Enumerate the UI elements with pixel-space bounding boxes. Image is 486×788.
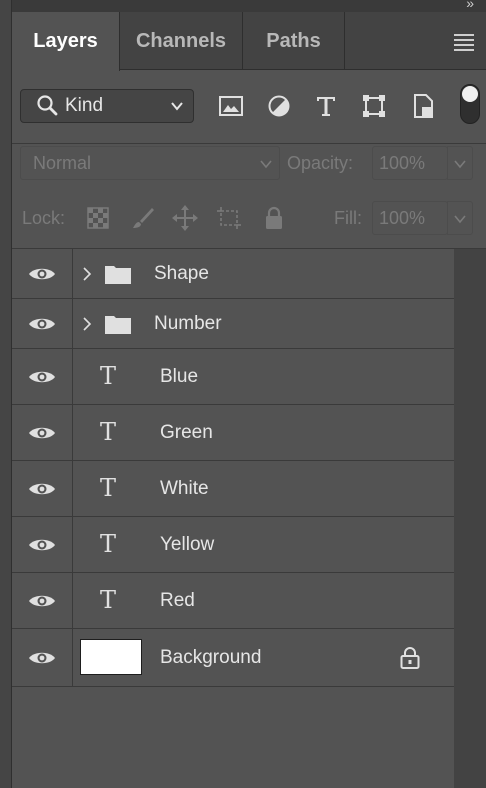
layer-name: Blue (160, 366, 199, 387)
opacity-dropdown-button[interactable] (447, 146, 473, 180)
chevron-down-icon (260, 160, 272, 169)
text-layer-icon: T (100, 586, 117, 614)
layer-name: Number (154, 313, 222, 334)
opacity-label: Opacity: (287, 153, 354, 173)
eye-icon[interactable] (27, 536, 57, 554)
layer-name: White (160, 478, 209, 499)
folder-icon (105, 316, 131, 334)
fill-field[interactable]: 100% (372, 201, 448, 235)
panel-top-bar: » (12, 0, 486, 12)
fill-dropdown-button[interactable] (447, 201, 473, 235)
blend-row: Normal Opacity: 100% (12, 144, 486, 200)
lock-all-icon[interactable] (261, 205, 287, 231)
eye-icon[interactable] (27, 480, 57, 498)
folder-icon (105, 266, 131, 284)
layers-list: Shape Number T Blue T Green T White T Ye… (12, 249, 454, 788)
opacity-field[interactable]: 100% (372, 146, 448, 180)
tab-layers[interactable]: Layers (12, 12, 120, 71)
layer-name: Shape (154, 263, 209, 284)
eye-icon[interactable] (27, 649, 57, 667)
filter-row: Kind (12, 70, 486, 144)
smart-object-filter-icon[interactable] (409, 92, 437, 120)
layer-row-red[interactable]: T Red (12, 573, 454, 629)
lock-row: Lock: Fill: 100% (12, 200, 486, 248)
search-icon (37, 95, 58, 116)
text-layer-icon: T (100, 362, 117, 390)
layers-scrollbar-track[interactable] (454, 249, 486, 788)
chevron-right-icon[interactable] (82, 267, 92, 281)
lock-transparent-pixels-icon[interactable] (85, 205, 111, 231)
filter-toggle[interactable] (460, 84, 480, 124)
tab-paths[interactable]: Paths (243, 12, 345, 70)
blend-mode-value: Normal (33, 152, 92, 173)
lock-image-pixels-icon[interactable] (130, 205, 156, 231)
text-layer-icon: T (100, 418, 117, 446)
lock-position-icon[interactable] (172, 205, 198, 231)
type-filter-icon[interactable] (312, 92, 340, 120)
lock-icon (400, 647, 420, 669)
layer-thumbnail (80, 639, 142, 675)
layer-name: Background (160, 647, 262, 668)
panel-menu-icon[interactable] (454, 34, 474, 51)
image-filter-icon[interactable] (217, 92, 245, 120)
blend-mode-dropdown[interactable]: Normal (20, 146, 280, 180)
layer-row-white[interactable]: T White (12, 461, 454, 517)
eye-icon[interactable] (27, 368, 57, 386)
layer-row-number[interactable]: Number (12, 299, 454, 349)
adjustment-filter-icon[interactable] (265, 92, 293, 120)
layer-name: Green (160, 422, 213, 443)
left-dock-strip (0, 0, 12, 788)
panel-tab-bar: Layers Channels Paths (12, 12, 486, 71)
layer-row-shape[interactable]: Shape (12, 249, 454, 299)
shape-filter-icon[interactable] (360, 92, 388, 120)
chevron-down-icon (454, 215, 466, 224)
layer-name: Yellow (160, 534, 215, 555)
eye-icon[interactable] (27, 265, 57, 283)
eye-icon[interactable] (27, 592, 57, 610)
collapse-panel-icon[interactable]: » (466, 0, 474, 11)
fill-label: Fill: (334, 208, 362, 228)
filter-kind-dropdown[interactable]: Kind (20, 89, 194, 123)
layers-panel: Layers Channels Paths Kind Normal Opacit… (12, 12, 486, 788)
filter-kind-label: Kind (65, 95, 104, 116)
lock-label: Lock: (22, 208, 66, 228)
eye-icon[interactable] (27, 315, 57, 333)
text-layer-icon: T (100, 530, 117, 558)
layer-name: Red (160, 590, 195, 611)
chevron-right-icon[interactable] (82, 317, 92, 331)
eye-icon[interactable] (27, 424, 57, 442)
tab-channels[interactable]: Channels (120, 12, 243, 70)
layer-row-green[interactable]: T Green (12, 405, 454, 461)
layer-row-yellow[interactable]: T Yellow (12, 517, 454, 573)
prevent-auto-nesting-icon[interactable] (216, 205, 242, 231)
chevron-down-icon (171, 102, 183, 111)
layer-row-background[interactable]: Background (12, 629, 454, 687)
layer-row-blue[interactable]: T Blue (12, 349, 454, 405)
text-layer-icon: T (100, 474, 117, 502)
chevron-down-icon (454, 160, 466, 169)
